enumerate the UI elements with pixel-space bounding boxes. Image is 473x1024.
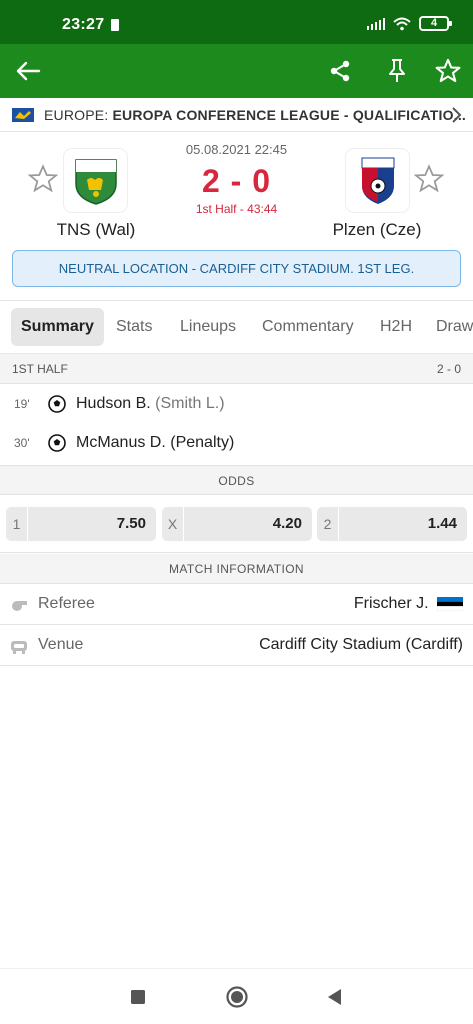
referee-row: Referee Frischer J. [0, 584, 473, 625]
first-half-score: 2 - 0 [436, 362, 461, 376]
plzen-crest-icon [361, 157, 394, 204]
home-icon[interactable] [225, 985, 249, 1009]
away-team-name[interactable]: Plzen (Cze) [307, 220, 447, 240]
away-favorite-star-icon[interactable] [413, 163, 445, 195]
match-info-banner: NEUTRAL LOCATION - CARDIFF CITY STADIUM.… [12, 250, 461, 287]
venue-label: Venue [38, 636, 84, 653]
odds-label: X [162, 507, 184, 541]
tab-summary[interactable]: Summary [11, 308, 104, 346]
back-triangle-icon[interactable] [322, 985, 346, 1009]
stadium-icon [11, 641, 27, 654]
league-row[interactable]: EUROPE: EUROPA CONFERENCE LEAGUE - QUALI… [0, 98, 473, 132]
tab-draw[interactable]: Draw [426, 308, 473, 346]
odds-value: 1.44 [427, 515, 457, 532]
soccer-ball-icon [48, 434, 66, 452]
league-country: EUROPE: [44, 107, 109, 123]
league-name: EUROPA CONFERENCE LEAGUE - QUALIFICATIO.… [112, 107, 466, 123]
referee-name: Frischer J. [353, 595, 429, 612]
scorer-name: Hudson B. [76, 395, 151, 412]
league-title: EUROPE: EUROPA CONFERENCE LEAGUE - QUALI… [44, 107, 466, 123]
first-half-header: 1ST HALF 2 - 0 [0, 354, 473, 384]
battery-icon: 4 [419, 16, 452, 31]
match-header: TNS (Wal) 05.08.2021 22:45 2 - 0 1st Hal… [0, 133, 473, 299]
arrow-left-icon[interactable] [12, 55, 44, 87]
status-indicators: 4 [366, 16, 452, 31]
soccer-ball-icon [48, 395, 66, 413]
whistle-icon [12, 601, 27, 611]
odds-draw-button[interactable]: X 4.20 [162, 507, 312, 541]
event-player: Hudson B. (Smith L.) [76, 395, 225, 413]
event-minute: 19' [14, 397, 30, 411]
odds-value: 7.50 [116, 515, 146, 532]
assist-name: (Smith L.) [155, 395, 225, 412]
goal-detail: (Penalty) [170, 434, 235, 451]
odds-label: 1 [6, 507, 28, 541]
venue-value: Cardiff City Stadium (Cardiff) [259, 636, 463, 653]
event-player: McManus D. (Penalty) [76, 434, 234, 452]
first-half-label: 1ST HALF [12, 362, 68, 376]
tab-commentary[interactable]: Commentary [252, 308, 364, 346]
scorer-name: McManus D. [76, 434, 166, 451]
share-icon[interactable] [324, 55, 356, 87]
estonia-flag-icon [436, 596, 464, 612]
sim-icon [111, 19, 119, 31]
odds-away-button[interactable]: 2 1.44 [317, 507, 467, 541]
odds-header: ODDS [0, 465, 473, 495]
system-nav-bar [0, 968, 473, 1024]
recent-apps-icon[interactable] [126, 985, 150, 1009]
event-minute: 30' [14, 436, 30, 450]
referee-value: Frischer J. [353, 595, 464, 613]
europe-flag-icon [12, 108, 34, 122]
star-icon[interactable] [432, 55, 464, 87]
status-bar: 23:27 4 [0, 0, 473, 44]
tab-stats[interactable]: Stats [106, 308, 162, 346]
app-bar [0, 44, 473, 98]
odds-value: 4.20 [272, 515, 302, 532]
match-information-header: MATCH INFORMATION [0, 554, 473, 584]
odds-label: 2 [317, 507, 339, 541]
tab-lineups[interactable]: Lineups [170, 308, 246, 346]
tab-bar: Summary Stats Lineups Commentary H2H Dra… [0, 300, 473, 354]
status-time: 23:27 [62, 16, 105, 33]
goal-event[interactable]: 19' Hudson B. (Smith L.) [0, 384, 473, 424]
wifi-icon [393, 17, 411, 30]
goal-event[interactable]: 30' McManus D. (Penalty) [0, 423, 473, 463]
signal-icon [366, 17, 385, 30]
home-team-name[interactable]: TNS (Wal) [26, 220, 166, 240]
chevron-right-icon[interactable] [449, 106, 463, 124]
venue-row: Venue Cardiff City Stadium (Cardiff) [0, 625, 473, 666]
away-team-logo[interactable] [346, 149, 409, 212]
pin-icon[interactable] [381, 55, 413, 87]
tab-h2h[interactable]: H2H [370, 308, 422, 346]
odds-home-button[interactable]: 1 7.50 [6, 507, 156, 541]
referee-label: Referee [38, 595, 95, 612]
odds-row: 1 7.50 X 4.20 2 1.44 [0, 497, 473, 553]
